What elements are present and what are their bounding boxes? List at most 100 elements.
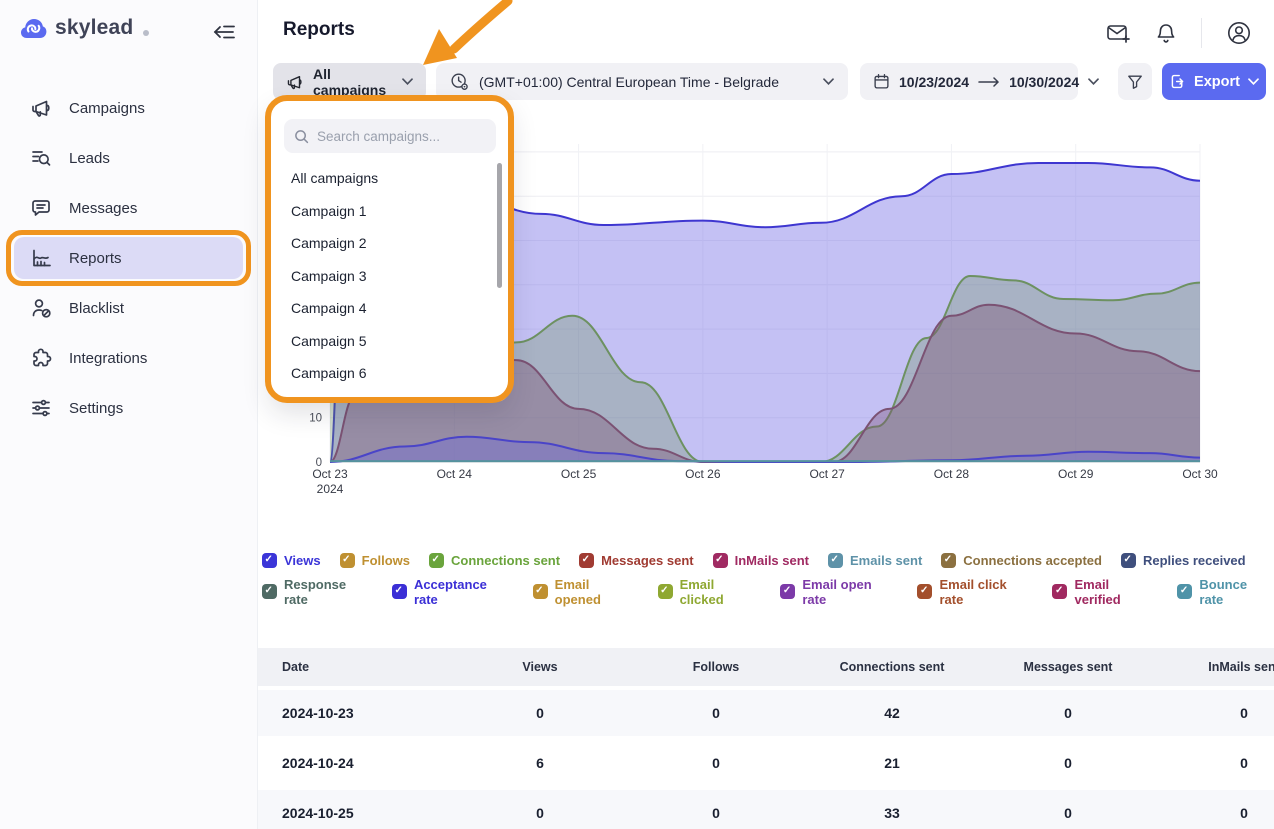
megaphone-icon [286, 73, 304, 91]
table-cell: 0 [452, 705, 628, 721]
svg-text:10: 10 [309, 413, 322, 425]
table-cell: 0 [1156, 805, 1274, 821]
legend-label: Views [284, 553, 321, 568]
legend-label: Connections sent [451, 553, 560, 568]
checkbox-checked-icon[interactable] [917, 584, 932, 599]
timezone-select[interactable]: (GMT+01:00) Central European Time - Belg… [436, 63, 848, 100]
account-icon[interactable] [1226, 20, 1252, 46]
file-export-icon [1169, 73, 1186, 90]
campaign-search-input[interactable] [317, 129, 467, 144]
legend-item[interactable]: Email click rate [917, 577, 1033, 607]
campaign-option[interactable]: Campaign 4 [270, 292, 510, 325]
legend-item[interactable]: Response rate [262, 577, 373, 607]
svg-text:Oct 30: Oct 30 [1182, 467, 1218, 481]
checkbox-checked-icon[interactable] [429, 553, 444, 568]
campaign-option[interactable]: Campaign 3 [270, 260, 510, 293]
sidebar-item-messages[interactable]: Messages [0, 183, 257, 233]
puzzle-icon [30, 347, 52, 369]
checkbox-checked-icon[interactable] [941, 553, 956, 568]
user-block-icon [30, 297, 52, 319]
sidebar-collapse-icon[interactable] [212, 20, 238, 44]
filter-button[interactable] [1118, 63, 1152, 100]
date-range-picker[interactable]: 10/23/2024 10/30/2024 [860, 63, 1078, 100]
table-cell: 0 [452, 805, 628, 821]
table-row: 2024-10-23004200 [258, 690, 1274, 736]
brand-logo[interactable]: skylead [20, 16, 149, 40]
legend-item[interactable]: Replies received [1121, 553, 1246, 568]
checkbox-checked-icon[interactable] [392, 584, 407, 599]
checkbox-checked-icon[interactable] [1177, 584, 1192, 599]
checkbox-checked-icon[interactable] [262, 584, 277, 599]
campaign-option[interactable]: All campaigns [270, 162, 510, 195]
table-header-cell: InMails sent [1156, 660, 1274, 674]
table-header-cell: Views [452, 660, 628, 674]
table-cell: 6 [452, 755, 628, 771]
checkbox-checked-icon[interactable] [780, 584, 795, 599]
legend-label: Email verified [1074, 577, 1158, 607]
legend-item[interactable]: Emails sent [828, 553, 922, 568]
checkbox-checked-icon[interactable] [533, 584, 548, 599]
sidebar-item-leads[interactable]: Leads [0, 133, 257, 183]
legend-item[interactable]: Bounce rate [1177, 577, 1274, 607]
checkbox-checked-icon[interactable] [713, 553, 728, 568]
table-cell: 2024-10-25 [258, 805, 452, 821]
brand-dot [143, 30, 149, 36]
legend-item[interactable]: Email opened [533, 577, 639, 607]
table-cell: 0 [980, 755, 1156, 771]
megaphone-icon [30, 97, 52, 119]
sidebar-item-blacklist[interactable]: Blacklist [0, 283, 257, 333]
reports-page: skylead CampaignsLeadsMessagesReportsBla… [0, 0, 1274, 829]
legend-item[interactable]: Views [262, 553, 321, 568]
sidebar-menu: CampaignsLeadsMessagesReports Blacklist In… [0, 83, 257, 433]
bell-icon[interactable] [1155, 21, 1177, 45]
legend-item[interactable]: Acceptance rate [392, 577, 514, 607]
campaign-search[interactable] [284, 119, 496, 153]
legend-label: Email clicked [680, 577, 762, 607]
mail-plus-icon[interactable] [1106, 21, 1131, 45]
checkbox-checked-icon[interactable] [828, 553, 843, 568]
checkbox-checked-icon[interactable] [1121, 553, 1136, 568]
legend-label: Bounce rate [1199, 577, 1274, 607]
checkbox-checked-icon[interactable] [579, 553, 594, 568]
legend-item[interactable]: Email open rate [780, 577, 898, 607]
campaign-option[interactable]: Campaign 5 [270, 325, 510, 358]
sidebar-item-label: Blacklist [69, 300, 124, 317]
sidebar-item-integrations[interactable]: Integrations [0, 333, 257, 383]
checkbox-checked-icon[interactable] [340, 553, 355, 568]
checkbox-checked-icon[interactable] [1052, 584, 1067, 599]
export-button[interactable]: Export [1162, 63, 1266, 100]
checkbox-checked-icon[interactable] [262, 553, 277, 568]
clock-settings-icon [450, 72, 469, 91]
sidebar-item-label: Integrations [69, 350, 147, 367]
page-title: Reports [283, 19, 355, 41]
legend-item[interactable]: Messages sent [579, 553, 694, 568]
svg-text:Oct 23: Oct 23 [312, 467, 348, 481]
campaign-option[interactable]: Campaign 2 [270, 227, 510, 260]
dropdown-scrollbar[interactable] [497, 163, 502, 288]
legend-label: Connections accepted [963, 553, 1102, 568]
campaign-option[interactable]: Campaign 6 [270, 357, 510, 390]
sidebar-item-reports[interactable]: Reports [14, 237, 243, 279]
chevron-down-icon [823, 78, 834, 85]
sidebar-item-campaigns[interactable]: Campaigns [0, 83, 257, 133]
legend-item[interactable]: Email verified [1052, 577, 1158, 607]
legend-item[interactable]: Follows [340, 553, 410, 568]
legend-item[interactable]: InMails sent [713, 553, 809, 568]
campaign-option[interactable]: Campaign 1 [270, 195, 510, 228]
svg-text:Oct 26: Oct 26 [685, 467, 721, 481]
table-row: 2024-10-25003300 [258, 790, 1274, 829]
campaign-options-list: All campaignsCampaign 1Campaign 2Campaig… [270, 162, 510, 390]
checkbox-checked-icon[interactable] [658, 584, 673, 599]
legend-item[interactable]: Email clicked [658, 577, 762, 607]
date-start: 10/23/2024 [899, 74, 969, 90]
legend-item[interactable]: Connections accepted [941, 553, 1102, 568]
table-cell: 0 [628, 705, 804, 721]
campaign-selector-label: All campaigns [313, 66, 393, 98]
chart-legend: Views Follows Connections sent Messages sen… [262, 552, 1274, 614]
sidebar-item-settings[interactable]: Settings [0, 383, 257, 433]
date-end: 10/30/2024 [1009, 74, 1079, 90]
campaign-selector-button[interactable]: All campaigns [273, 63, 426, 100]
legend-item[interactable]: Connections sent [429, 553, 560, 568]
table-header-row: DateViewsFollowsConnections sentMessages… [258, 648, 1274, 686]
cloud-logo-icon [20, 17, 47, 39]
